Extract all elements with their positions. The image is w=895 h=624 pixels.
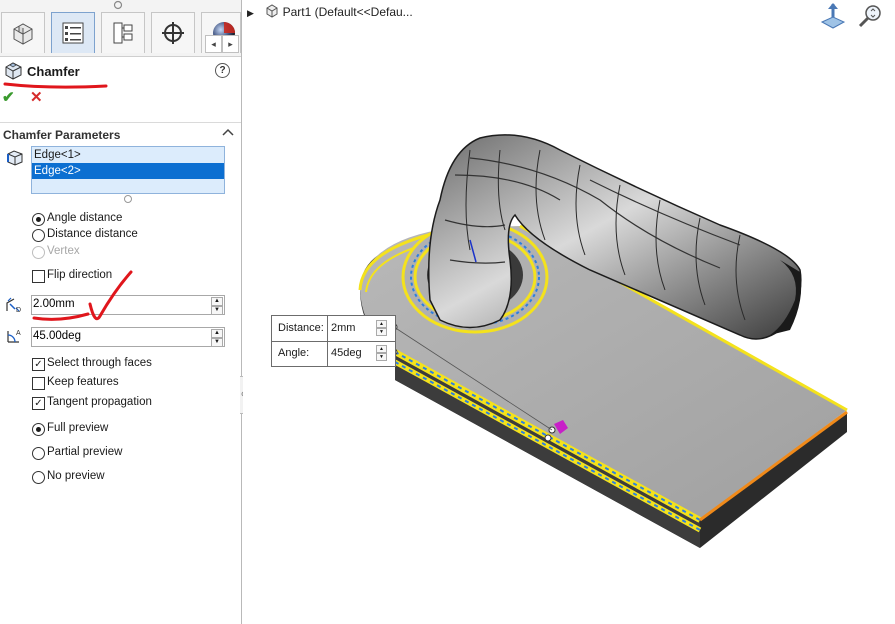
chamfer-parameters-header[interactable]: Chamfer Parameters	[0, 122, 241, 145]
radio-indicator	[32, 229, 45, 242]
radio-indicator	[32, 246, 45, 259]
spin-up-icon[interactable]: ▲	[376, 345, 387, 353]
manager-tab-bar: ◂ ▸	[0, 0, 241, 57]
distance-spinner[interactable]: ▲ ▼	[211, 297, 223, 315]
checkmark-icon: ✓	[32, 358, 45, 371]
drag-handle-icon[interactable]	[113, 0, 123, 10]
feature-title-row: Chamfer ?	[0, 60, 241, 84]
checkbox-label: Select through faces	[47, 357, 152, 369]
zoom-to-fit-icon[interactable]	[857, 2, 885, 30]
property-manager-panel: ◂ ▸ Chamfer ? ✔ ✕ Chamfer Parameters Edg…	[0, 0, 242, 624]
spin-up-icon[interactable]: ▲	[376, 320, 387, 328]
callout-distance-value[interactable]: 2mm	[331, 322, 355, 334]
full-preview-radio[interactable]: Full preview	[32, 422, 212, 438]
spin-down-icon[interactable]: ▼	[211, 306, 223, 315]
svg-text:A: A	[16, 330, 21, 337]
radio-label: Angle distance	[47, 212, 123, 224]
radio-indicator	[32, 447, 45, 460]
list-item-edge-2[interactable]: Edge<2>	[32, 163, 224, 179]
callout-distance-spinner[interactable]: ▲ ▼	[376, 320, 387, 336]
checkbox-label: Keep features	[47, 376, 119, 388]
callout-distance-label: Distance:	[278, 322, 324, 334]
crosshair-icon	[162, 22, 184, 44]
expand-arrow-icon[interactable]: ▶	[247, 8, 254, 18]
edges-selection-list[interactable]: Edge<1> Edge<2>	[31, 146, 225, 194]
tab-feature-tree[interactable]	[1, 12, 45, 53]
spin-up-icon[interactable]: ▲	[211, 329, 223, 338]
cancel-button[interactable]: ✕	[30, 88, 43, 106]
view-orientation-icon[interactable]	[819, 2, 847, 30]
configuration-icon	[113, 22, 133, 44]
part-icon	[13, 23, 33, 45]
part-name: Part1 (Default<<Defau...	[282, 5, 413, 19]
list-item-edge-1[interactable]: Edge<1>	[32, 147, 224, 163]
tab-property-manager[interactable]	[51, 12, 95, 53]
tab-scroll-left-button[interactable]: ◂	[205, 35, 222, 53]
angle-dimension-icon: A	[7, 330, 21, 343]
graphics-area[interactable]: ▶ Part1 (Default<<Defau...	[243, 0, 895, 624]
svg-text:D: D	[16, 307, 21, 314]
radio-label: Full preview	[47, 422, 109, 434]
distance-dimension-icon: D	[6, 297, 21, 314]
flip-direction-checkbox[interactable]: Flip direction	[32, 269, 232, 285]
checkmark-icon: ✓	[32, 397, 45, 410]
spin-down-icon[interactable]: ▼	[211, 338, 223, 347]
distance-input[interactable]	[33, 297, 205, 311]
radio-indicator	[32, 423, 45, 436]
spin-up-icon[interactable]: ▲	[211, 297, 223, 306]
keep-features-checkbox[interactable]: Keep features	[32, 376, 232, 392]
callout-angle-value[interactable]: 45deg	[331, 347, 362, 359]
tab-configuration-manager[interactable]	[101, 12, 145, 53]
feature-title: Chamfer	[27, 64, 80, 79]
spin-down-icon[interactable]: ▼	[376, 328, 387, 336]
callout-angle-label: Angle:	[278, 347, 310, 359]
radio-indicator	[32, 471, 45, 484]
spin-down-icon[interactable]: ▼	[376, 353, 387, 361]
distance-distance-radio[interactable]: Distance distance	[32, 228, 212, 244]
chamfer-dimension-callout: Distance: 2mm ▲ ▼ Angle: 45deg ▲ ▼	[271, 315, 396, 367]
partial-preview-radio[interactable]: Partial preview	[32, 446, 212, 462]
tab-scroll-right-button[interactable]: ▸	[222, 35, 239, 53]
callout-angle-spinner[interactable]: ▲ ▼	[376, 345, 387, 361]
section-title: Chamfer Parameters	[3, 128, 121, 142]
ok-button[interactable]: ✔	[2, 88, 15, 106]
radio-indicator	[32, 213, 45, 226]
angle-field[interactable]: ▲ ▼	[31, 327, 225, 347]
radio-label: Vertex	[47, 245, 80, 257]
callout-distance-row: Distance: 2mm ▲ ▼	[272, 316, 395, 342]
checkbox-label: Flip direction	[47, 269, 113, 281]
select-through-faces-checkbox[interactable]: ✓ Select through faces	[32, 357, 232, 373]
part-icon	[266, 4, 278, 18]
chevron-up-icon[interactable]	[222, 126, 234, 138]
angle-distance-radio[interactable]: Angle distance	[32, 212, 212, 228]
radio-label: Distance distance	[47, 228, 138, 240]
help-button[interactable]: ?	[215, 63, 230, 78]
checkbox-indicator	[32, 377, 45, 390]
angle-spinner[interactable]: ▲ ▼	[211, 329, 223, 347]
distance-field[interactable]: ▲ ▼	[31, 295, 225, 315]
radio-label: Partial preview	[47, 446, 123, 458]
tangent-propagation-checkbox[interactable]: ✓ Tangent propagation	[32, 396, 232, 412]
checkbox-label: Tangent propagation	[47, 396, 152, 408]
edge-selection-icon	[7, 150, 23, 166]
no-preview-radio[interactable]: No preview	[32, 470, 212, 486]
vertex-radio: Vertex	[32, 245, 212, 261]
radio-label: No preview	[47, 470, 105, 482]
tab-dimxpert-manager[interactable]	[151, 12, 195, 53]
flyout-tree-header[interactable]: ▶ Part1 (Default<<Defau...	[247, 2, 413, 19]
callout-angle-row: Angle: 45deg ▲ ▼	[272, 341, 395, 366]
list-resize-handle[interactable]	[124, 195, 132, 203]
chamfer-feature-icon	[5, 62, 22, 80]
angle-input[interactable]	[33, 329, 205, 343]
checkbox-indicator	[32, 270, 45, 283]
property-list-icon	[62, 22, 84, 44]
